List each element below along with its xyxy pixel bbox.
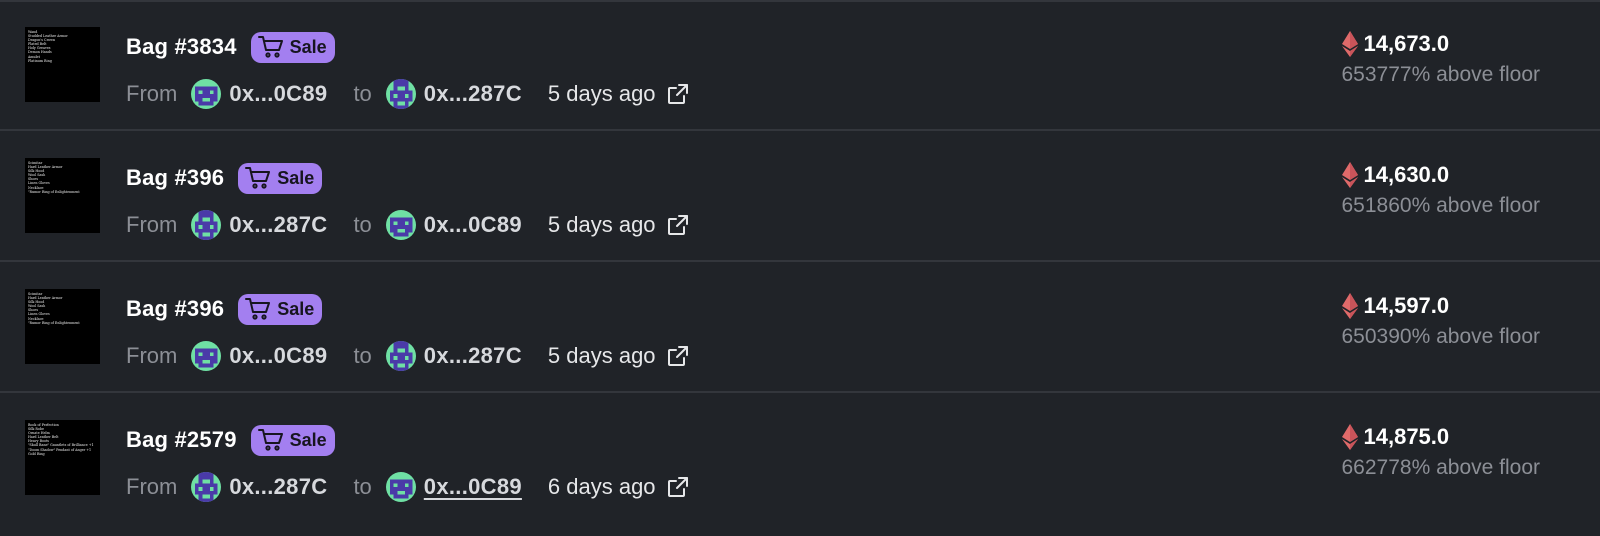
from-address[interactable]: 0x...0C89 (229, 343, 327, 369)
price: 14,673.0 (1363, 31, 1450, 56)
to-address[interactable]: 0x...0C89 (424, 212, 522, 238)
bag-name[interactable]: Bag #3834 (126, 34, 237, 60)
price-line: 14,630.0 (1341, 158, 1541, 192)
from-label: From (126, 474, 178, 499)
from-label: From (126, 81, 178, 106)
price-line: 14,673.0 (1341, 27, 1541, 61)
thumb-item: Platinum Ring (28, 58, 52, 63)
timestamp: 5 days ago (547, 212, 656, 237)
row-title: Bag #396 Sale (126, 293, 323, 325)
from-address[interactable]: 0x...0C89 (229, 81, 327, 107)
from-avatar[interactable] (191, 210, 222, 240)
to-avatar[interactable] (385, 472, 416, 502)
above-floor: 662778% above floor (1341, 456, 1541, 479)
cart-icon (245, 167, 271, 189)
to-address[interactable]: 0x...287C (424, 81, 522, 107)
transfer-info: From 0x...287C to 0x...0C89 5 days ago (126, 205, 690, 245)
external-link-icon[interactable] (666, 344, 690, 368)
transfer-info: From 0x...0C89 to 0x...287C 5 days ago (126, 74, 690, 114)
cart-icon (245, 298, 271, 320)
thumb-item: "Rumor Ring of Enlightenment (28, 189, 80, 194)
pixel-avatar-a (191, 79, 222, 109)
timestamp: 5 days ago (547, 343, 656, 368)
sale-row[interactable]: Scimitar Hard Leather Armor Silk Hood Wo… (0, 262, 1600, 393)
sale-badge: Sale (250, 31, 335, 63)
sale-badge: Sale (250, 424, 335, 456)
timestamp: 6 days ago (547, 474, 656, 499)
sale-badge: Sale (238, 293, 323, 325)
from-address[interactable]: 0x...287C (229, 212, 327, 238)
from-label: From (126, 212, 178, 237)
external-link-icon[interactable] (666, 475, 690, 499)
bag-thumbnail[interactable]: Book of Perfection Silk Robe Ornate Helm… (25, 420, 100, 495)
bag-thumbnail[interactable]: Wand Studded Leather Armor Dragon's Crow… (25, 27, 100, 102)
sale-label: Sale (277, 298, 315, 319)
from-avatar[interactable] (191, 341, 222, 371)
cart-icon (257, 429, 283, 451)
ethereum-icon (1341, 31, 1358, 57)
sale-label: Sale (289, 36, 327, 57)
sale-badge: Sale (238, 162, 323, 194)
to-avatar[interactable] (385, 79, 416, 109)
thumb-item: "Rumor Ring of Enlightenment (28, 320, 80, 325)
ethereum-icon (1341, 424, 1358, 450)
from-address[interactable]: 0x...287C (229, 474, 327, 500)
sale-row[interactable]: Wand Studded Leather Armor Dragon's Crow… (0, 0, 1600, 131)
from-avatar[interactable] (191, 472, 222, 502)
external-link-icon[interactable] (666, 82, 690, 106)
to-label: to (353, 343, 372, 368)
row-title: Bag #3834 Sale (126, 31, 335, 63)
bag-name[interactable]: Bag #2579 (126, 427, 237, 453)
from-avatar[interactable] (191, 79, 222, 109)
pixel-avatar-a (385, 472, 416, 502)
from-label: From (126, 343, 178, 368)
sale-label: Sale (289, 429, 327, 450)
pixel-avatar-b (191, 210, 222, 240)
transfer-info: From 0x...287C to 0x...0C89 6 days ago (126, 467, 690, 507)
sale-row[interactable]: Book of Perfection Silk Robe Ornate Helm… (0, 393, 1600, 524)
above-floor: 650390% above floor (1341, 325, 1541, 348)
thumb-item: "Skull Bane" Gauntlets of Brilliance +1 (28, 443, 94, 448)
external-link-icon[interactable] (666, 213, 690, 237)
price: 14,875.0 (1363, 424, 1450, 449)
price-block: 14,875.0 662778% above floor (1341, 420, 1541, 480)
pixel-avatar-a (385, 210, 416, 240)
pixel-avatar-a (191, 341, 222, 371)
price-block: 14,597.0 650390% above floor (1341, 289, 1541, 349)
to-avatar[interactable] (385, 210, 416, 240)
bag-thumbnail[interactable]: Scimitar Hard Leather Armor Silk Hood Wo… (25, 158, 100, 233)
pixel-avatar-b (385, 79, 416, 109)
to-label: to (353, 474, 372, 499)
activity-list: Wand Studded Leather Armor Dragon's Crow… (0, 0, 1600, 536)
bag-name[interactable]: Bag #396 (126, 165, 224, 191)
sale-label: Sale (277, 167, 315, 188)
cart-icon (257, 36, 283, 58)
to-address[interactable]: 0x...0C89 (424, 474, 522, 500)
pixel-avatar-b (191, 472, 222, 502)
above-floor: 653777% above floor (1341, 63, 1541, 86)
transfer-info: From 0x...0C89 to 0x...287C 5 days ago (126, 336, 690, 376)
row-title: Bag #396 Sale (126, 162, 323, 194)
price-block: 14,673.0 653777% above floor (1341, 27, 1541, 87)
row-title: Bag #2579 Sale (126, 424, 335, 456)
price-line: 14,597.0 (1341, 289, 1541, 323)
sale-row[interactable]: Scimitar Hard Leather Armor Silk Hood Wo… (0, 131, 1600, 262)
to-label: to (353, 212, 372, 237)
bag-thumbnail[interactable]: Scimitar Hard Leather Armor Silk Hood Wo… (25, 289, 100, 364)
to-address[interactable]: 0x...287C (424, 343, 522, 369)
price-block: 14,630.0 651860% above floor (1341, 158, 1541, 218)
ethereum-icon (1341, 162, 1358, 188)
thumb-item: Gold Ring (28, 451, 45, 456)
timestamp: 5 days ago (547, 81, 656, 106)
pixel-avatar-b (385, 341, 416, 371)
to-label: to (353, 81, 372, 106)
bag-name[interactable]: Bag #396 (126, 296, 224, 322)
to-avatar[interactable] (385, 341, 416, 371)
price-line: 14,875.0 (1341, 420, 1541, 454)
above-floor: 651860% above floor (1341, 194, 1541, 217)
price: 14,630.0 (1363, 162, 1450, 187)
ethereum-icon (1341, 293, 1358, 319)
price: 14,597.0 (1363, 293, 1450, 318)
